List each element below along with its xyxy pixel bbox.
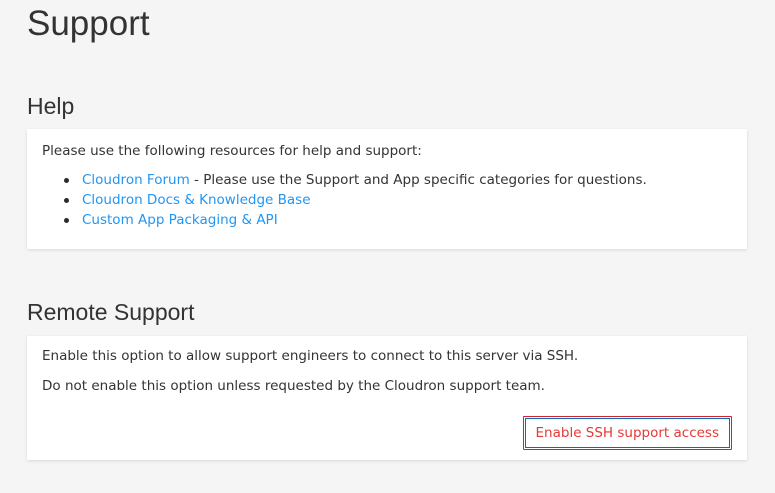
help-intro-text: Please use the following resources for h…	[42, 143, 422, 159]
list-item: Cloudron Docs & Knowledge Base	[61, 190, 647, 210]
cloudron-forum-link[interactable]: Cloudron Forum	[82, 172, 190, 188]
remote-support-card: Enable this option to allow support engi…	[27, 336, 747, 460]
list-item: Cloudron Forum - Please use the Support …	[61, 170, 647, 190]
bullet-icon	[64, 198, 69, 203]
cloudron-docs-link[interactable]: Cloudron Docs & Knowledge Base	[82, 192, 311, 208]
enable-ssh-support-button[interactable]: Enable SSH support access	[522, 416, 732, 450]
bullet-icon	[64, 218, 69, 223]
list-item: Custom App Packaging & API	[61, 210, 647, 230]
help-links-list: Cloudron Forum - Please use the Support …	[61, 170, 647, 230]
help-card: Please use the following resources for h…	[27, 129, 747, 249]
custom-app-packaging-link[interactable]: Custom App Packaging & API	[82, 212, 278, 228]
forum-link-description: - Please use the Support and App specifi…	[189, 172, 647, 188]
remote-support-description: Enable this option to allow support engi…	[42, 348, 579, 364]
remote-support-warning: Do not enable this option unless request…	[42, 378, 545, 394]
bullet-icon	[64, 178, 69, 183]
page-title: Support	[27, 4, 150, 43]
remote-support-section-title: Remote Support	[27, 299, 195, 325]
help-section-title: Help	[27, 93, 75, 119]
